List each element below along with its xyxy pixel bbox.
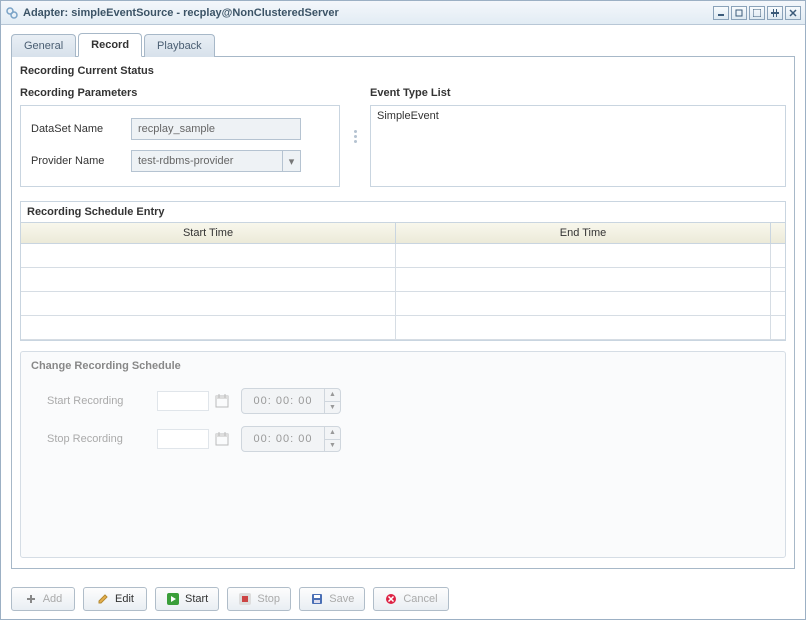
status-heading: Recording Current Status [20,65,786,77]
col-start-time[interactable]: Start Time [21,223,396,243]
chevron-down-icon: ▾ [282,151,300,171]
cell-end [396,292,771,315]
window-title: Adapter: simpleEventSource - recplay@Non… [23,7,339,19]
dataset-label: DataSet Name [31,123,131,135]
cancel-icon [384,592,398,606]
stop-icon [238,592,252,606]
start-recording-label: Start Recording [47,395,157,407]
record-panel: Recording Current Status Recording Param… [11,56,795,569]
start-time-value: 00: 00: 00 [242,395,324,407]
stop-time-spinner[interactable]: 00: 00: 00 ▲▼ [241,426,341,452]
splitter-handle[interactable] [352,85,358,187]
params-heading: Recording Parameters [20,87,340,99]
pencil-icon [96,592,110,606]
maximize-button[interactable] [749,6,765,20]
spinner-icon: ▲▼ [324,389,340,413]
stop-button[interactable]: Stop [227,587,291,611]
table-row[interactable] [21,268,785,292]
cell-end [396,316,771,339]
edit-button[interactable]: Edit [83,587,147,611]
cell-end [396,268,771,291]
tab-general[interactable]: General [11,34,76,57]
event-type-item[interactable]: SimpleEvent [377,110,779,122]
cell-start [21,292,396,315]
tab-record[interactable]: Record [78,33,142,57]
stop-time-value: 00: 00: 00 [242,433,324,445]
table-row[interactable] [21,244,785,268]
schedule-body [21,244,785,340]
provider-label: Provider Name [31,155,131,167]
minimize-button[interactable] [713,6,729,20]
start-date-input[interactable] [157,391,209,411]
restore-button[interactable] [731,6,747,20]
cell-end [396,244,771,267]
play-icon [166,592,180,606]
add-button[interactable]: Add [11,587,75,611]
table-row[interactable] [21,292,785,316]
adapter-window: Adapter: simpleEventSource - recplay@Non… [0,0,806,620]
table-row[interactable] [21,316,785,340]
close-button[interactable] [785,6,801,20]
save-icon [310,592,324,606]
button-toolbar: Add Edit Start Stop Save Cancel [1,579,805,619]
dataset-input[interactable] [131,118,301,140]
event-type-list[interactable]: SimpleEvent [370,105,786,187]
titlebar: Adapter: simpleEventSource - recplay@Non… [1,1,805,25]
tab-playback[interactable]: Playback [144,34,215,57]
change-schedule-heading: Change Recording Schedule [31,360,775,372]
cell-start [21,316,396,339]
provider-combo[interactable]: test-rdbms-provider ▾ [131,150,301,172]
spinner-icon: ▲▼ [324,427,340,451]
save-button[interactable]: Save [299,587,365,611]
start-button[interactable]: Start [155,587,219,611]
save-label: Save [329,593,354,605]
calendar-icon[interactable] [213,430,231,448]
schedule-heading: Recording Schedule Entry [21,202,785,222]
start-label: Start [185,593,208,605]
cancel-button[interactable]: Cancel [373,587,448,611]
start-time-spinner[interactable]: 00: 00: 00 ▲▼ [241,388,341,414]
schedule-entry: Recording Schedule Entry Start Time End … [20,201,786,341]
content-area: General Record Playback Recording Curren… [1,25,805,579]
collapse-button[interactable] [767,6,783,20]
edit-label: Edit [115,593,134,605]
tab-bar: General Record Playback [11,33,795,57]
add-label: Add [43,593,63,605]
stop-date-input[interactable] [157,429,209,449]
params-and-list-row: Recording Parameters DataSet Name Provid… [20,85,786,187]
adapter-icon [5,6,19,20]
provider-value: test-rdbms-provider [132,155,282,167]
change-schedule: Change Recording Schedule Start Recordin… [20,351,786,558]
calendar-icon[interactable] [213,392,231,410]
plus-icon [24,592,38,606]
stop-label: Stop [257,593,280,605]
col-end-time[interactable]: End Time [396,223,771,243]
stop-recording-label: Stop Recording [47,433,157,445]
schedule-header: Start Time End Time [21,222,785,244]
eventlist-heading: Event Type List [370,87,786,99]
recording-parameters: DataSet Name Provider Name test-rdbms-pr… [20,105,340,187]
cell-start [21,244,396,267]
cancel-label: Cancel [403,593,437,605]
cell-start [21,268,396,291]
